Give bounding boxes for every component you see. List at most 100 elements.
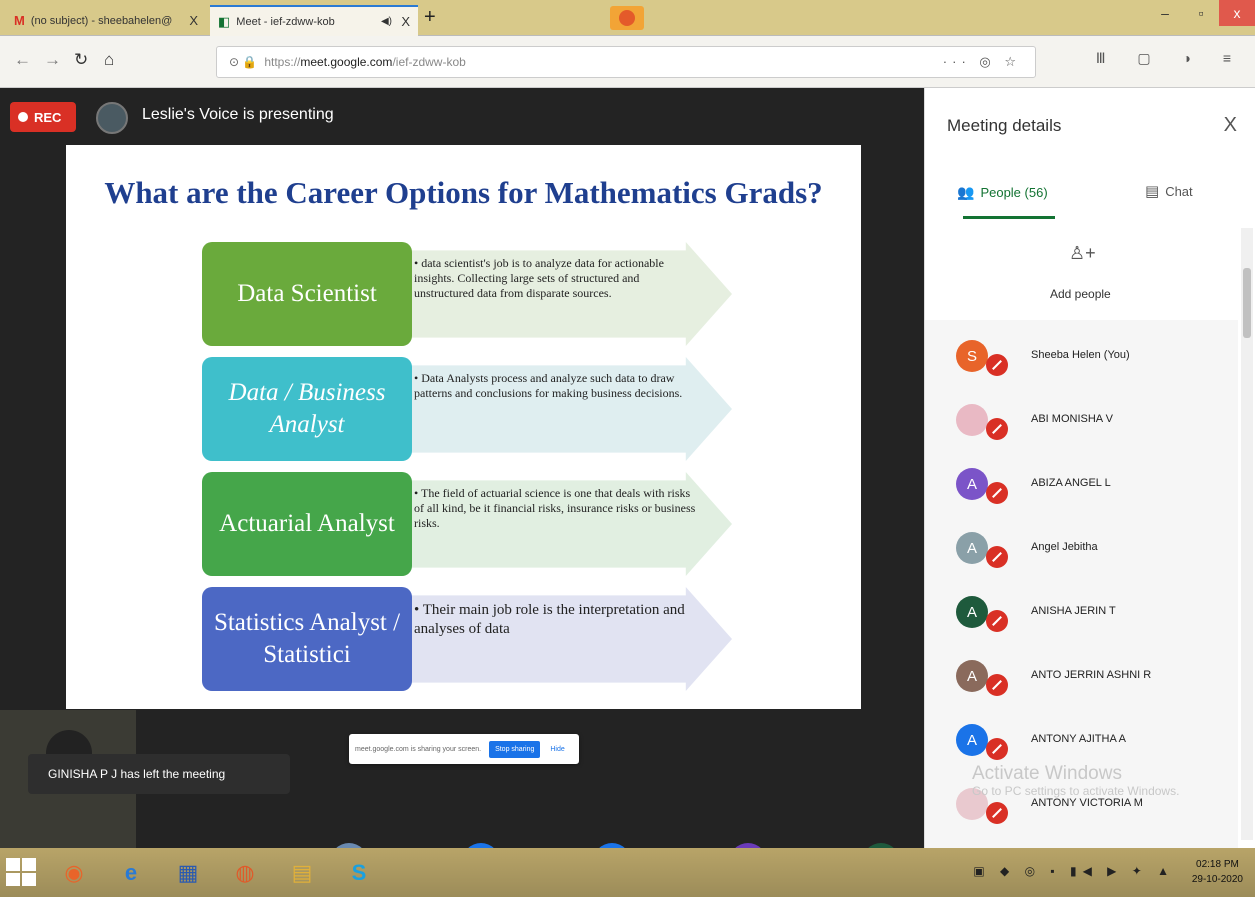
windows-start-icon[interactable] (6, 858, 36, 886)
clock-time: 02:18 PM (1196, 859, 1239, 870)
list-item[interactable]: A ANISHA JERIN T (925, 578, 1238, 642)
recording-label: REC (34, 109, 62, 125)
participant-avatar (956, 404, 988, 436)
participant-name: Angel Jebitha (1031, 541, 1098, 553)
participant-name: ANTONY AJITHA A (1031, 733, 1126, 745)
slide-row: Data / Business Analyst • Data Analysts p… (202, 357, 732, 465)
url-path: /ief-zdww-kob (392, 55, 466, 69)
tab-people[interactable]: 👥 People (56) (957, 184, 1048, 201)
back-icon[interactable]: ← (14, 50, 31, 70)
slide-role-text: • Data Analysts process and analyze such… (414, 371, 683, 400)
meet-icon: ◧ (218, 13, 231, 29)
taskbar-app-icon[interactable]: ◉ (54, 856, 94, 890)
browser-nav-bar: ← → ↻ ⌂ ⊙ 🔒 https:// meet.google.com /ie… (0, 36, 1255, 88)
recording-badge: REC (10, 102, 76, 132)
site-info-icon[interactable]: ⊙ 🔒 (229, 55, 257, 69)
participant-name: ANISHA JERIN T (1031, 605, 1116, 617)
slide-role-text: • Their main job role is the interpretat… (414, 602, 685, 637)
participant-name: ANTONY VICTORIA M (1031, 797, 1143, 809)
speaker-icon[interactable]: ◀) (381, 16, 392, 27)
share-notice: meet.google.com is sharing your screen. (355, 745, 482, 753)
mic-off-icon (986, 674, 1008, 696)
list-item[interactable]: A ANTONY AJITHA A (925, 706, 1238, 770)
participant-avatar: S (956, 340, 988, 372)
windows-activation-watermark: Activate Windows Go to PC settings to ac… (972, 763, 1180, 798)
page-actions-icon[interactable]: ··· ◎ ☆ (943, 54, 1021, 70)
maximize-button[interactable]: ▫ (1183, 0, 1219, 26)
url-prefix: https:// (264, 55, 301, 69)
reload-icon[interactable]: ↻ (74, 50, 88, 70)
slide-row: Actuarial Analyst • The field of actuaria… (202, 472, 732, 580)
tab-meet[interactable]: ◧ Meet - ief-zdww-kob ◀) X (210, 5, 418, 36)
stop-sharing-button[interactable]: Stop sharing (489, 740, 541, 758)
taskbar-app-icon[interactable]: ◍ (225, 856, 265, 890)
participant-avatar: A (956, 660, 988, 692)
active-tab-indicator (963, 216, 1055, 219)
close-panel-button[interactable]: X (1224, 114, 1237, 137)
slide-title: What are the Career Options for Mathemat… (104, 175, 823, 210)
presenter-avatar (96, 102, 128, 134)
record-icon (18, 112, 28, 122)
taskbar-app-icon[interactable]: S (339, 856, 379, 890)
watermark-title: Activate Windows (972, 763, 1122, 784)
participant-avatar: A (956, 468, 988, 500)
list-item[interactable]: A Angel Jebitha (925, 514, 1238, 578)
taskbar-clock[interactable]: 02:18 PM 29-10-2020 (1192, 857, 1243, 887)
forward-icon[interactable]: → (44, 50, 61, 70)
toolbar-icons[interactable]: Ⅲ ▢ ◑ ≡ (1096, 50, 1245, 67)
slide-role-box: Data Scientist (202, 242, 412, 346)
participant-name: ANTO JERRIN ASHNI R (1031, 669, 1152, 681)
list-item[interactable]: A ABIZA ANGEL L (925, 450, 1238, 514)
clock-date: 29-10-2020 (1191, 874, 1243, 885)
slide-role-box: Statistics Analyst / Statistici (202, 587, 412, 691)
tab-close-icon[interactable]: X (189, 13, 198, 28)
screen: M (no subject) - sheebahelen@ X ◧ Meet -… (0, 0, 1255, 897)
mic-off-icon (986, 738, 1008, 760)
mic-off-icon (986, 610, 1008, 632)
screen-share-bar: meet.google.com is sharing your screen. … (349, 734, 579, 764)
browser-tab-bar: M (no subject) - sheebahelen@ X ◧ Meet -… (0, 0, 1255, 36)
firefox-badge-icon[interactable] (610, 6, 644, 30)
window-controls: – ▫ x (1147, 0, 1255, 30)
url-bar[interactable]: ⊙ 🔒 https:// meet.google.com /ief-zdww-k… (216, 46, 1036, 78)
minimize-button[interactable]: – (1147, 0, 1183, 26)
list-item[interactable]: ABI MONISHA V (925, 386, 1238, 450)
slide-role-box: Actuarial Analyst (202, 472, 412, 576)
mic-off-icon (986, 802, 1008, 824)
panel-title: Meeting details (947, 116, 1062, 135)
scrollbar-thumb[interactable] (1243, 268, 1251, 338)
new-tab-button[interactable]: + (424, 6, 436, 29)
mic-off-icon (986, 546, 1008, 568)
slide-row: Statistics Analyst / Statistici • Their m… (202, 587, 732, 695)
mic-off-icon (986, 482, 1008, 504)
system-tray-icons[interactable]: ▣ ◆ ◎ ▪ ▮◀ ▶ ✦ ▲ (973, 864, 1175, 878)
slide-role-text: • data scientist's job is to analyze dat… (414, 256, 664, 300)
chat-icon: ▤ (1145, 183, 1160, 200)
tab-people-label: People (56) (980, 185, 1048, 200)
taskbar-app-icon[interactable]: e (111, 856, 151, 890)
home-icon[interactable]: ⌂ (104, 50, 114, 70)
close-window-button[interactable]: x (1219, 0, 1255, 26)
windows-taskbar: ◉ e ▦ ◍ ▤ S ▣ ◆ ◎ ▪ ▮◀ ▶ ✦ ▲ 02:18 PM 29-10-2… (0, 848, 1255, 897)
participant-name: ABIZA ANGEL L (1031, 477, 1111, 489)
mic-off-icon (986, 354, 1008, 376)
add-people-button[interactable]: Add people (1050, 287, 1111, 301)
taskbar-app-icon[interactable]: ▦ (168, 856, 208, 890)
tab-gmail-label: (no subject) - sheebahelen@ (30, 14, 173, 27)
notification-toast: GINISHA P J has left the meeting (28, 754, 290, 794)
hide-button[interactable]: Hide (550, 746, 564, 753)
list-item[interactable]: A ANTO JERRIN ASHNI R (925, 642, 1238, 706)
people-icon: 👥 (957, 184, 975, 200)
panel-scrollbar[interactable] (1241, 228, 1253, 840)
slide-role-text: • The field of actuarial science is one … (414, 486, 696, 530)
participant-name: Sheeba Helen (You) (1031, 349, 1130, 361)
list-item[interactable]: S Sheeba Helen (You) (925, 322, 1238, 386)
tab-chat[interactable]: ▤ Chat (1145, 182, 1193, 200)
add-person-icon[interactable]: ♙+ (1069, 243, 1096, 264)
participant-avatar: A (956, 724, 988, 756)
watermark-subtitle: Go to PC settings to activate Windows. (972, 783, 1180, 798)
tab-close-icon[interactable]: X (401, 14, 410, 29)
tab-gmail[interactable]: M (no subject) - sheebahelen@ X (6, 5, 206, 36)
taskbar-app-icon[interactable]: ▤ (282, 856, 322, 890)
meeting-details-panel: Meeting details X 👥 People (56) ▤ Chat ♙+ … (924, 88, 1255, 848)
